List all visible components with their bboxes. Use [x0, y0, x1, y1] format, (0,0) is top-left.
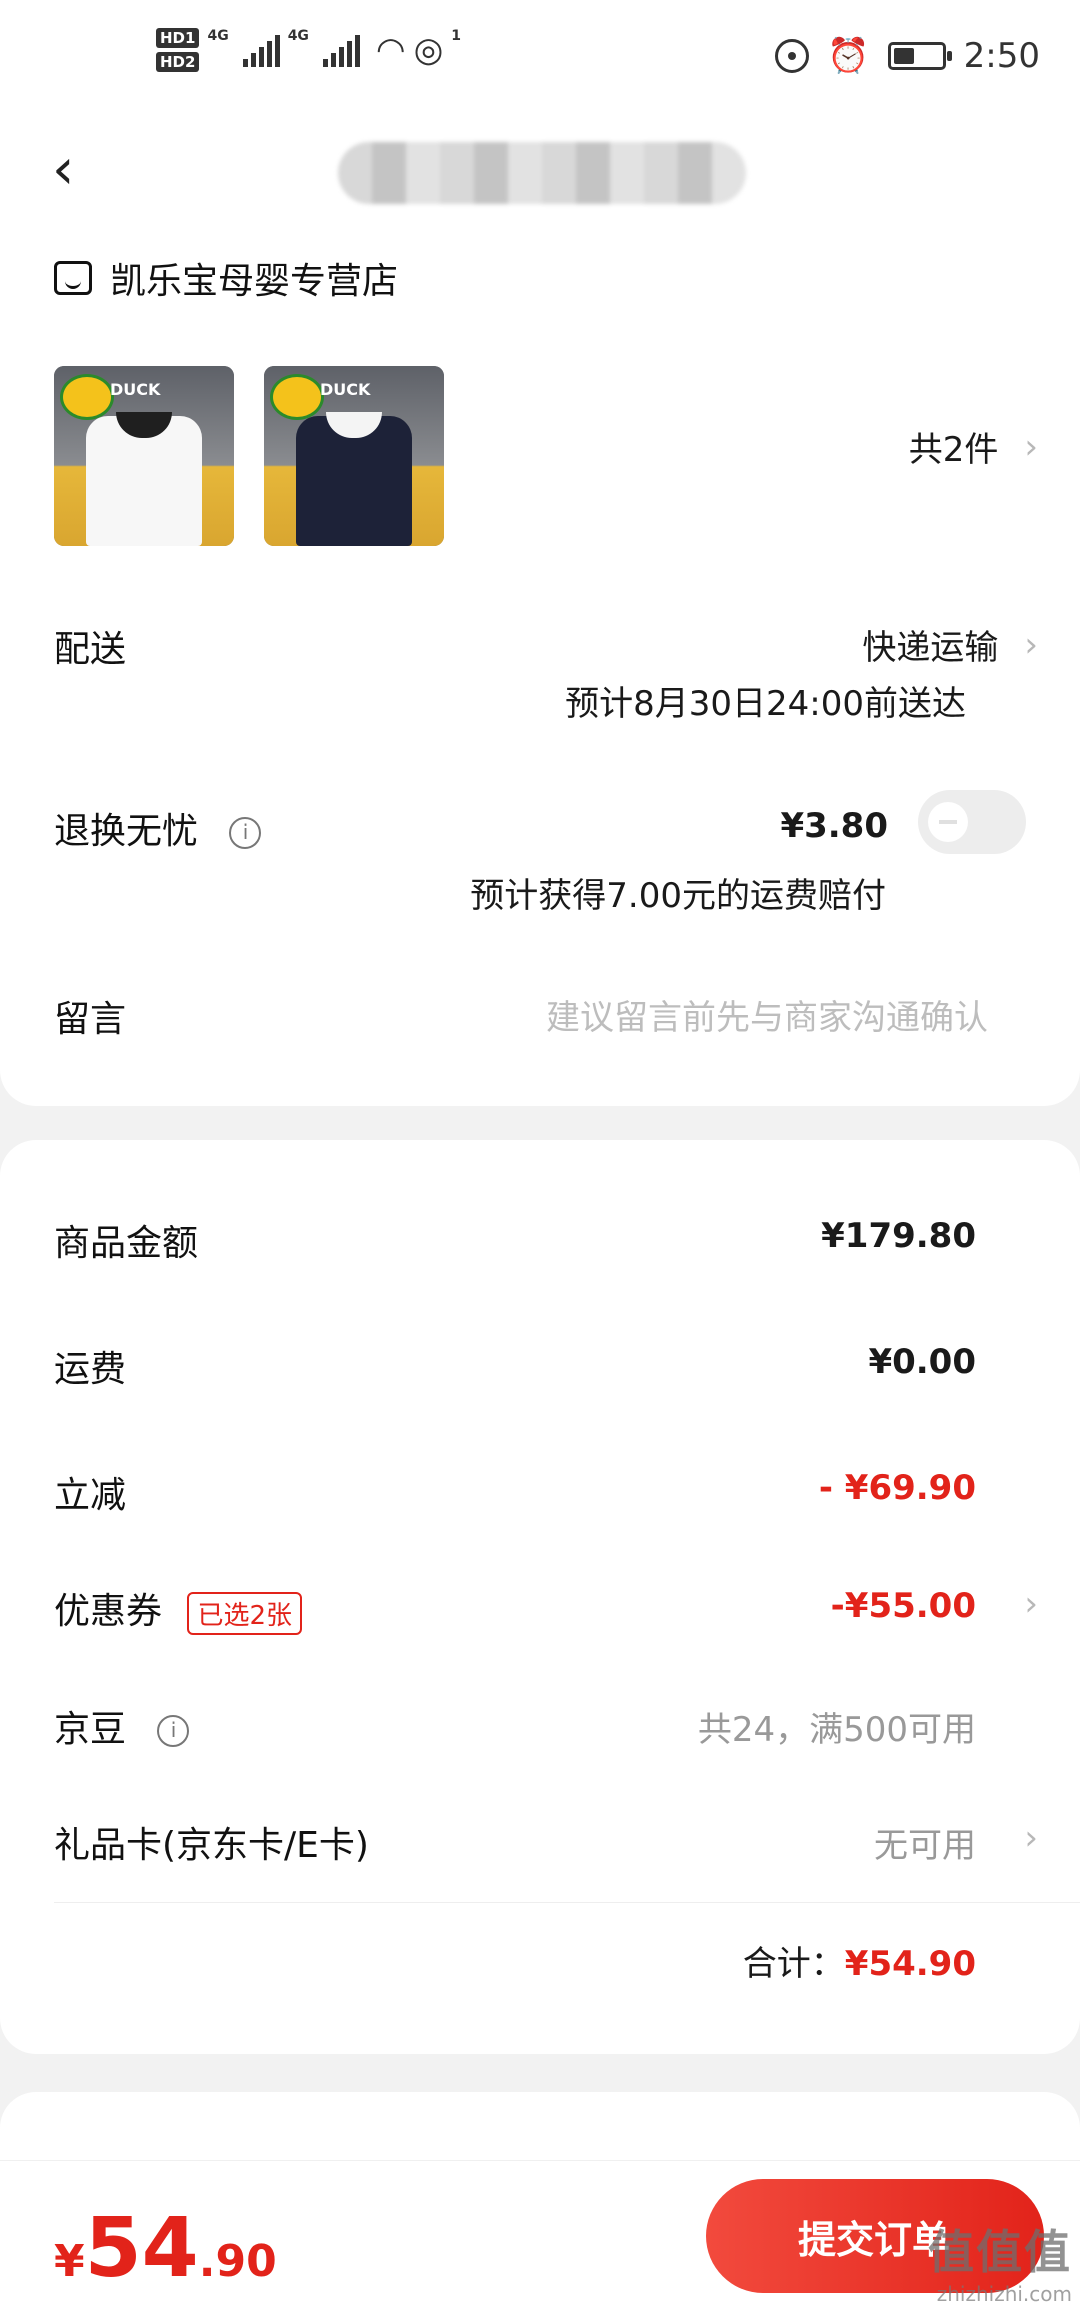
page-header: ‹	[0, 120, 1080, 230]
wifi-icon: ◠	[375, 30, 406, 70]
watermark-logo: 值值值	[928, 2225, 1072, 2279]
discount-value: - ¥69.90	[818, 1468, 976, 1508]
sim2-badge: HD2	[156, 52, 200, 72]
eye-comfort-icon	[775, 39, 810, 73]
shipping-value: ¥0.00	[868, 1342, 976, 1382]
info-icon[interactable]: i	[157, 1715, 190, 1747]
status-bar: HD1 HD2 4G 4G ◠ ◎ 1 ⏰ 2:50	[0, 0, 1080, 120]
delivery-method: 快递运输	[862, 628, 999, 668]
coupon-value: -¥55.00	[830, 1586, 976, 1626]
total-value: ¥54.90	[844, 1944, 976, 1984]
beans-label: 京豆	[54, 1709, 127, 1750]
total-row: 合计：¥54.90	[743, 1936, 976, 1985]
site-watermark: 值值值 zhizhizhi.com	[928, 2216, 1072, 2306]
item-count-row[interactable]: 共2件 ›	[909, 422, 1038, 471]
delivery-label: 配送	[54, 629, 127, 670]
return-insurance-note: 预计获得7.00元的运费赔付	[470, 876, 886, 916]
hotspot-count: 1	[451, 28, 462, 44]
watermark-site: zhizhizhi.com	[936, 2282, 1072, 2306]
message-input[interactable]: 建议留言前先与商家沟通确认	[546, 990, 988, 1039]
battery-icon	[887, 42, 952, 70]
shipping-label: 运费	[54, 1349, 127, 1390]
message-label: 留言	[54, 999, 127, 1040]
product-brand: DUCK	[320, 380, 371, 399]
goods-amount-value: ¥179.80	[821, 1216, 976, 1256]
network-type-2: 4G	[287, 28, 309, 44]
pay-dec: .90	[198, 2236, 277, 2287]
return-insurance-label: 退换无忧	[54, 811, 199, 852]
coupon-row[interactable]: 优惠券 已选2张	[54, 1582, 303, 1635]
product-thumb-navy[interactable]: DUCK	[264, 366, 444, 546]
chevron-right-icon: ›	[1024, 624, 1038, 665]
delivery-eta: 预计8月30日24:00前送达	[565, 684, 966, 724]
chevron-right-icon: ›	[1024, 426, 1038, 467]
duck-logo-icon	[60, 374, 114, 420]
price-summary-card: 商品金额 ¥179.80 运费 ¥0.00 立减 - ¥69.90 优惠券 已选…	[0, 1140, 1080, 2054]
return-insurance-price: ¥3.80	[780, 806, 888, 846]
chevron-right-icon[interactable]: ›	[1024, 1584, 1038, 1624]
duck-logo-icon	[270, 374, 324, 420]
product-brand: DUCK	[110, 380, 161, 399]
checkout-bar: ¥54.90 提交订单 值值值 zhizhizhi.com	[0, 2160, 1080, 2310]
info-icon[interactable]: i	[229, 817, 262, 849]
beans-value: 共24，满500可用	[697, 1710, 976, 1750]
order-info-card: 凯乐宝母婴专营店 DUCK DUCK 共2件 › 配送 快递运输 › 预计8月3…	[0, 230, 1080, 1106]
signal-2-icon	[322, 33, 360, 67]
sim1-badge: HD1	[156, 28, 200, 48]
goods-amount-label: 商品金额	[54, 1223, 199, 1264]
delivery-method-row[interactable]: 快递运输 ›	[862, 620, 1038, 669]
divider	[54, 1902, 1080, 1903]
pay-amount: ¥54.90	[54, 2201, 277, 2296]
hotspot-icon: ◎	[413, 30, 444, 70]
blurred-address	[338, 142, 746, 204]
giftcard-value[interactable]: 无可用	[874, 1818, 976, 1867]
discount-label: 立减	[54, 1475, 127, 1516]
item-count: 共2件	[908, 430, 999, 470]
status-right: ⏰ 2:50	[775, 36, 1040, 76]
chevron-right-icon[interactable]: ›	[1024, 1818, 1038, 1858]
coupon-tag: 已选2张	[187, 1591, 303, 1635]
store-icon	[54, 261, 92, 295]
return-insurance-toggle[interactable]	[918, 790, 1026, 854]
alarm-icon: ⏰	[827, 36, 870, 76]
sim-indicators: HD1 HD2	[156, 28, 200, 72]
total-label: 合计：	[742, 1944, 845, 1984]
product-thumb-white[interactable]: DUCK	[54, 366, 234, 546]
return-insurance-row: 退换无忧 i	[54, 802, 262, 854]
pay-int: 54	[84, 2201, 199, 2296]
status-left: HD1 HD2 4G 4G ◠ ◎ 1	[156, 28, 461, 72]
coupon-label: 优惠券	[54, 1591, 163, 1632]
chevron-left-icon[interactable]: ‹	[52, 142, 74, 198]
store-name: 凯乐宝母婴专营店	[110, 261, 399, 302]
store-row[interactable]: 凯乐宝母婴专营店	[54, 252, 398, 304]
pay-currency: ¥	[54, 2236, 85, 2287]
clock: 2:50	[963, 36, 1040, 76]
signal-1-icon	[242, 33, 280, 67]
beans-row: 京豆 i	[54, 1700, 190, 1752]
network-type-1: 4G	[207, 28, 229, 44]
giftcard-label: 礼品卡(京东卡/E卡)	[54, 1825, 369, 1866]
